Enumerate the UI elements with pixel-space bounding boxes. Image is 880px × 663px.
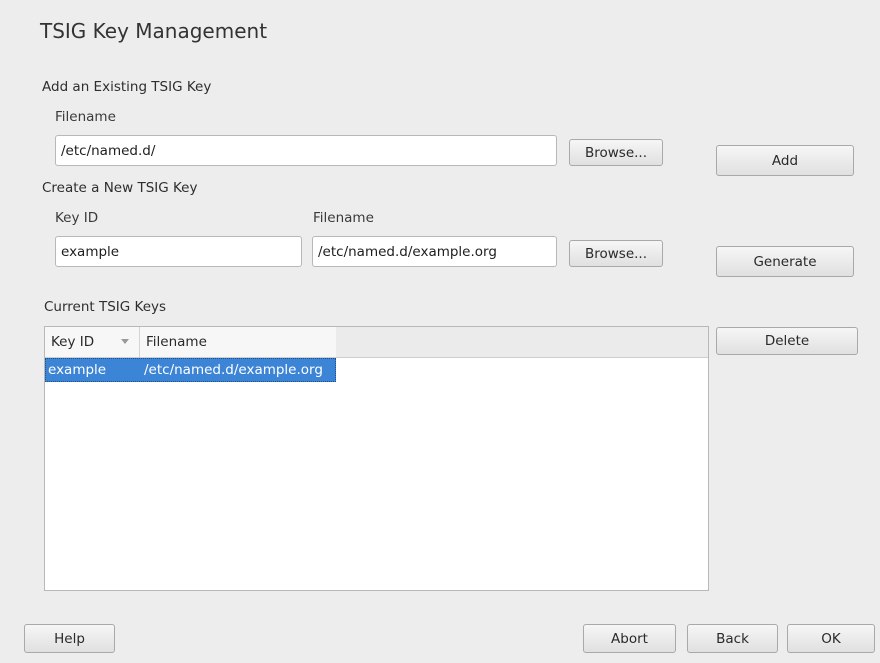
- ok-button[interactable]: OK: [787, 624, 875, 653]
- add-existing-section-label: Add an Existing TSIG Key: [42, 79, 212, 95]
- existing-browse-button[interactable]: Browse...: [569, 139, 663, 166]
- table-row[interactable]: example /etc/named.d/example.org: [45, 358, 336, 382]
- key-id-input[interactable]: example: [55, 236, 302, 267]
- new-browse-button[interactable]: Browse...: [569, 240, 663, 267]
- key-id-label: Key ID: [55, 210, 99, 226]
- table-cell-key-id: example: [48, 362, 107, 378]
- dialog-title: TSIG Key Management: [40, 19, 268, 43]
- existing-filename-input[interactable]: /etc/named.d/: [55, 135, 557, 166]
- add-button[interactable]: Add: [716, 145, 854, 176]
- column-header-key-id-label: Key ID: [51, 334, 95, 350]
- table-header: Key ID Filename: [45, 327, 708, 358]
- table-cell-filename: /etc/named.d/example.org: [144, 362, 323, 378]
- new-filename-label: Filename: [313, 210, 374, 226]
- generate-button[interactable]: Generate: [716, 246, 854, 277]
- column-header-filename[interactable]: Filename: [140, 327, 336, 357]
- delete-button[interactable]: Delete: [716, 327, 858, 355]
- sort-descending-icon: [121, 339, 129, 344]
- existing-filename-label: Filename: [55, 109, 116, 125]
- tsig-keys-table[interactable]: Key ID Filename example /etc/named.d/exa…: [44, 326, 709, 591]
- create-new-section-label: Create a New TSIG Key: [42, 180, 198, 196]
- column-header-filename-label: Filename: [146, 334, 207, 350]
- back-button[interactable]: Back: [687, 624, 778, 653]
- new-filename-input[interactable]: /etc/named.d/example.org: [312, 236, 557, 267]
- abort-button[interactable]: Abort: [583, 624, 676, 653]
- current-keys-section-label: Current TSIG Keys: [44, 299, 167, 315]
- column-header-key-id[interactable]: Key ID: [45, 327, 140, 357]
- help-button[interactable]: Help: [24, 624, 115, 653]
